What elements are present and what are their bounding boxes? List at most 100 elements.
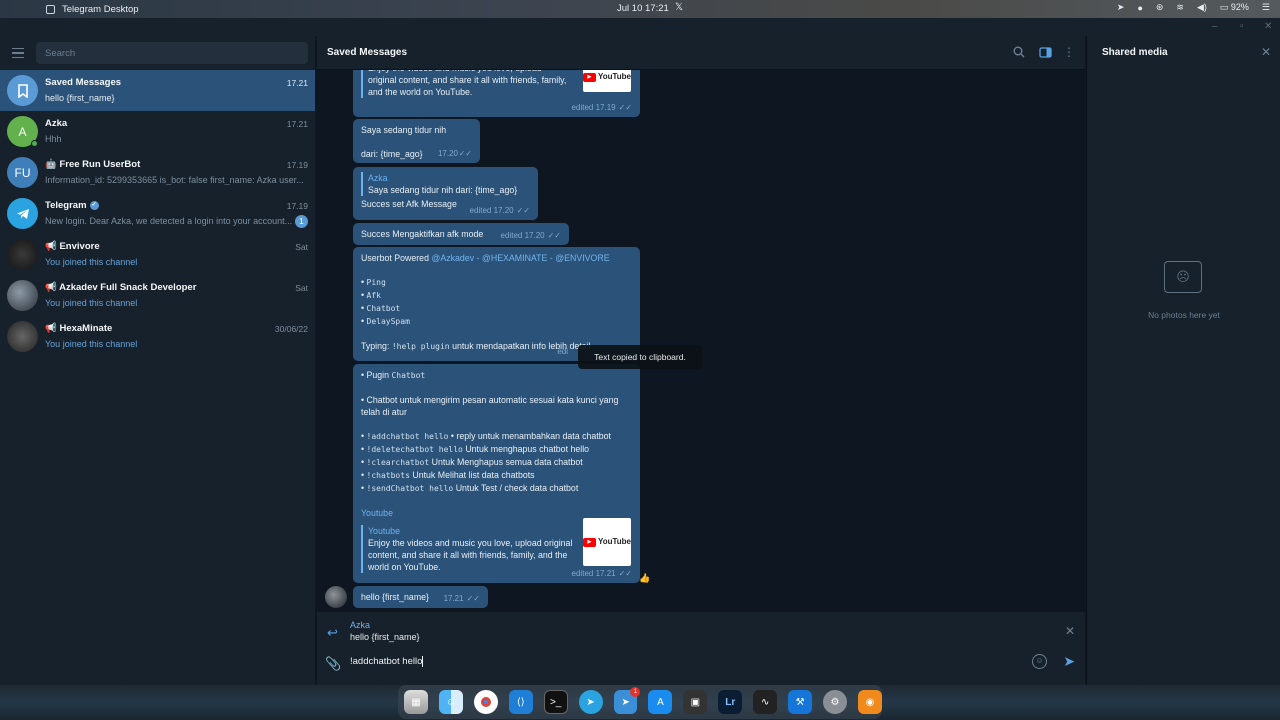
minimize-icon[interactable]: – xyxy=(1212,21,1218,32)
reply-quote[interactable]: Azka Saya sedang tidur nih dari: {time_a… xyxy=(361,172,530,196)
more-options-icon[interactable]: ⋮ xyxy=(1062,45,1076,59)
chat-preview: Hhh xyxy=(45,134,62,144)
empty-photos-icon: ☹ xyxy=(1164,261,1202,293)
chat-preview: You joined this channel xyxy=(45,339,138,349)
plugin-list: • Ping • Afk • Chatbot • DelaySpam xyxy=(361,276,632,328)
message-text: • Pugin Chatbot xyxy=(361,370,426,380)
accessibility-icon[interactable]: ⊛ xyxy=(1156,2,1164,13)
youtube-thumbnail[interactable]: ▶ YouTube xyxy=(583,70,631,92)
telegram-app-icon[interactable]: ➤ xyxy=(578,690,603,714)
search-input[interactable]: Search xyxy=(36,42,308,64)
read-ticks-icon: ✓✓ xyxy=(458,149,472,158)
send-icon[interactable]: ➤ xyxy=(1063,653,1075,670)
message-bubble[interactable]: hello {first_name} 17.21 ✓✓ xyxy=(353,586,488,608)
chat-item-free-run-userbot[interactable]: FU 🤖 Free Run UserBot Information_id: 52… xyxy=(0,152,315,193)
message-text: • Chatbot untuk mengirim pesan automatic… xyxy=(361,395,619,417)
xcode-icon[interactable]: ⚒ xyxy=(788,690,813,714)
message-bubble[interactable]: • Pugin Chatbot • Chatbot untuk mengirim… xyxy=(353,364,640,583)
message-meta: 17.20 xyxy=(437,149,458,158)
x-icon[interactable]: 𝕏 xyxy=(675,2,683,13)
channel-icon: 📢 xyxy=(45,241,60,252)
chat-list-panel: Search Saved Messages hello {first_name}… xyxy=(0,36,316,685)
chat-item-saved-messages[interactable]: Saved Messages hello {first_name} 17.21 xyxy=(0,70,315,111)
finder-icon[interactable]: ☺ xyxy=(438,690,463,714)
chat-preview: hello {first_name} xyxy=(45,93,115,103)
volume-icon[interactable]: ◀) xyxy=(1197,2,1207,13)
link-preview-text: Enjoy the videos and music you love, upl… xyxy=(368,538,573,572)
wifi-icon[interactable]: ≋ xyxy=(1176,2,1184,13)
notification-badge: 1 xyxy=(630,687,641,697)
play-icon: ▶ xyxy=(583,537,596,547)
app-title[interactable]: Telegram Desktop xyxy=(62,4,139,15)
battery-indicator[interactable]: ▭ 92% xyxy=(1220,2,1249,13)
verified-icon: ✓ xyxy=(89,200,99,210)
message-bubble[interactable]: Userbot Powered @Azkadev - @HEXAMINATE -… xyxy=(353,247,640,361)
chrome-icon[interactable] xyxy=(473,690,498,714)
chat-time: Sat xyxy=(295,242,308,252)
record-tray-icon[interactable]: ● xyxy=(1137,3,1142,13)
panel-title: Shared media xyxy=(1102,47,1168,58)
link-preview[interactable]: Youtube Enjoy the videos and music you l… xyxy=(361,525,575,573)
dock: ▦ ☺ ⟨⟩ >_ ➤ ➤ 1 A ▣ Lr ∿ ⚒ ⚙ ◉ xyxy=(398,685,882,719)
window-titlebar: – ▫ ✕ xyxy=(0,18,1280,36)
mention-links[interactable]: @Azkadev - @HEXAMINATE - @ENVIVORE xyxy=(431,253,609,263)
youtube-thumbnail[interactable]: ▶ YouTube xyxy=(583,518,631,566)
window-close-icon[interactable]: ✕ xyxy=(1264,21,1272,32)
play-icon: ▶ xyxy=(583,72,596,82)
menu-icon[interactable] xyxy=(0,47,36,59)
avatar[interactable] xyxy=(325,586,347,608)
thumbs-up-reaction-icon[interactable]: 👍 xyxy=(639,573,650,584)
sidebar-top: Search xyxy=(0,36,315,70)
chat-name: 🤖 Free Run UserBot xyxy=(45,159,141,170)
telegram-notify-icon[interactable]: ➤ 1 xyxy=(613,687,641,714)
app-store-icon[interactable]: A xyxy=(648,690,673,714)
launchpad-icon[interactable]: ▦ xyxy=(404,690,428,714)
list-item: • !chatbots Untuk Melihat list data chat… xyxy=(361,470,535,480)
message-text: Saya sedang tidur nih xyxy=(361,125,447,135)
chat-preview: New login. Dear Azka, we detected a logi… xyxy=(45,216,293,226)
cancel-reply-icon[interactable]: ✕ xyxy=(1065,624,1075,638)
avatar xyxy=(7,321,38,352)
clipboard-toast: Text copied to clipboard. xyxy=(578,345,702,369)
control-center-icon[interactable]: ☰ xyxy=(1262,2,1270,13)
lightroom-icon[interactable]: Lr xyxy=(718,690,743,714)
chat-time: Sat xyxy=(295,283,308,293)
settings-icon[interactable]: ⚙ xyxy=(823,690,847,714)
chat-item-hexaminate[interactable]: 📢 HexaMinate You joined this channel 30/… xyxy=(0,316,315,357)
emoji-icon[interactable]: ☺ xyxy=(1032,654,1047,669)
online-indicator xyxy=(31,140,38,147)
message-input[interactable]: !addchatbot hello xyxy=(350,656,424,667)
maximize-icon[interactable]: ▫ xyxy=(1240,21,1244,32)
message-meta: 17.21 ✓✓ xyxy=(443,594,480,603)
reply-name: Azka xyxy=(368,173,388,183)
bot-icon: 🤖 xyxy=(45,159,60,170)
control-panel-icon[interactable]: ▣ xyxy=(683,690,708,714)
message-bubble[interactable]: Azka Saya sedang tidur nih dari: {time_a… xyxy=(353,167,538,220)
avatar xyxy=(7,239,38,270)
vscode-icon[interactable]: ⟨⟩ xyxy=(508,690,533,714)
blender-icon[interactable]: ◉ xyxy=(858,690,882,714)
reply-to-name[interactable]: Azka xyxy=(350,620,370,630)
chat-item-azka[interactable]: A Azka Hhh 17.21 xyxy=(0,111,315,152)
chat-name: 📢 HexaMinate xyxy=(45,323,113,334)
chat-time: 17.21 xyxy=(286,78,308,88)
telegram-icon xyxy=(7,198,38,229)
chat-item-telegram[interactable]: Telegram ✓ New login. Dear Azka, we detec… xyxy=(0,193,315,234)
menubar-datetime[interactable]: Jul 10 17:21 xyxy=(617,3,669,14)
message-bubble[interactable]: Succes Mengaktifkan afk mode edited 17.2… xyxy=(353,223,569,245)
chat-title: Saved Messages xyxy=(327,47,408,58)
message-bubble[interactable]: Saya sedang tidur nih dari: {time_ago} 1… xyxy=(353,119,480,163)
chat-item-azkadev[interactable]: 📢 Azkadev Full Snack Developer You joine… xyxy=(0,275,315,316)
unread-badge: 1 xyxy=(295,215,308,228)
reply-to-text[interactable]: hello {first_name} xyxy=(350,632,420,642)
message-bubble[interactable]: Enjoy the videos and music you love, upl… xyxy=(353,70,640,117)
sidebar-toggle-icon[interactable] xyxy=(1038,45,1052,59)
search-icon[interactable] xyxy=(1012,45,1026,59)
inkscape-icon[interactable]: ∿ xyxy=(753,690,778,714)
attach-icon[interactable]: 📎 xyxy=(325,656,341,672)
command-list: • !addchatbot hello • reply untuk menamb… xyxy=(361,430,632,495)
close-icon[interactable]: ✕ xyxy=(1261,45,1271,59)
chat-item-envivore[interactable]: 📢 Envivore You joined this channel Sat xyxy=(0,234,315,275)
terminal-icon[interactable]: >_ xyxy=(543,690,568,714)
telegram-tray-icon[interactable]: ➤ xyxy=(1117,2,1125,13)
